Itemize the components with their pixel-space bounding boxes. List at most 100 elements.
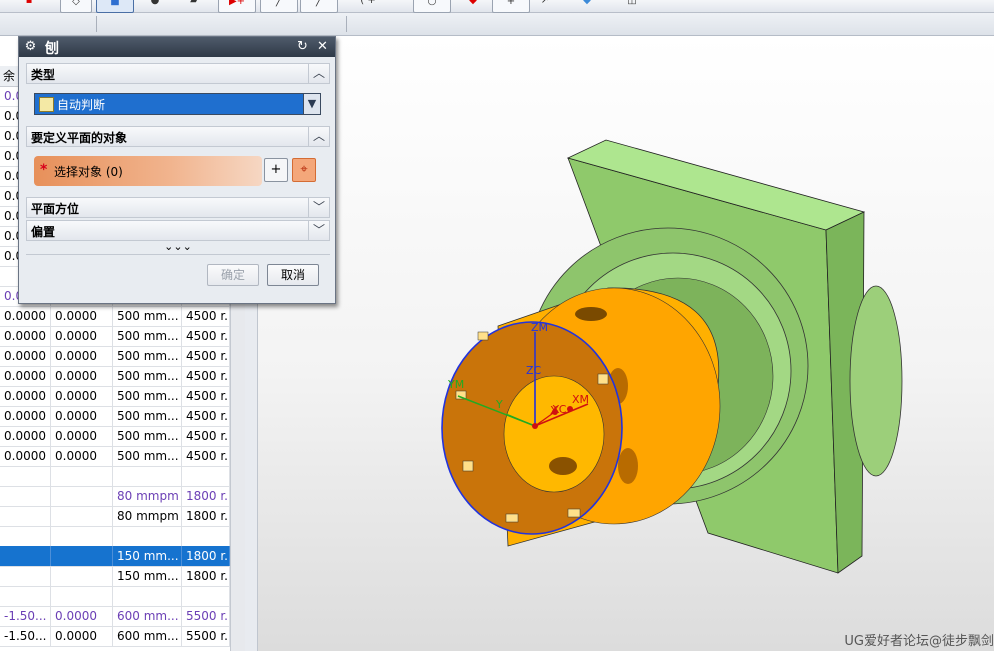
table-row[interactable]: 0.00000.0000500 mm...4500 r... [0, 386, 230, 407]
table-cell: 500 mm... [113, 326, 182, 346]
origin-point [532, 423, 538, 429]
table-row[interactable]: 0.00000.0000500 mm...4500 r... [0, 306, 230, 327]
shaded-cube-icon[interactable]: ■ [96, 0, 134, 13]
table-row[interactable] [0, 586, 230, 607]
table-row[interactable]: 80 mmpm1800 r... [0, 506, 230, 527]
chevron-up-icon[interactable]: ︿ [308, 64, 329, 83]
line-icon[interactable]: ╱ [260, 0, 298, 13]
select-object-field[interactable]: * 选择对象 (0) [34, 156, 262, 186]
chevron-down-icon[interactable]: ﹀ [308, 221, 329, 240]
section-label: 要定义平面的对象 [31, 131, 128, 145]
dotted-line-icon[interactable]: ┈┈┈▪ [0, 0, 40, 11]
table-row[interactable]: 0.00000.0000500 mm...4500 r... [0, 446, 230, 467]
table-row[interactable]: 0.00000.0000500 mm...4500 r... [0, 426, 230, 447]
table-cell: 0.0000 [0, 346, 51, 366]
section-objects[interactable]: 要定义平面的对象 ︿ [26, 126, 330, 147]
toolbar-separator [346, 16, 347, 32]
table-row[interactable]: 150 mm...1800 r... [0, 566, 230, 587]
type-value: 自动判断 [57, 98, 106, 112]
reset-icon[interactable]: ↻ [295, 39, 310, 54]
snap-point-icon[interactable]: ▶+ [218, 0, 256, 13]
table-cell: 4500 r... [182, 326, 230, 346]
add-object-button[interactable]: + [264, 158, 288, 182]
point-icon[interactable]: ◆ [458, 0, 488, 11]
graphics-viewport[interactable]: ZM ZC YM Y X XC XM [258, 36, 994, 651]
table-row[interactable] [0, 466, 230, 487]
table-cell [182, 466, 230, 486]
dialog-titlebar[interactable]: ⚙ 刨 ↻ ✕ [19, 37, 335, 57]
rear-boss [849, 285, 903, 477]
arc-tool-icon[interactable]: ( + [350, 0, 386, 11]
notch [505, 513, 519, 523]
notch [462, 460, 474, 472]
wireframe-icon[interactable]: ◫ [620, 0, 644, 11]
arrow-icon[interactable]: ↗ [535, 0, 555, 11]
inferred-type-icon [39, 97, 54, 112]
table-cell: 5500 r... [182, 606, 230, 626]
gear-icon[interactable]: ⚙ [23, 39, 38, 54]
slot-hole [618, 448, 638, 484]
table-cell: 0.0000 [51, 606, 113, 626]
close-icon[interactable]: ✕ [315, 39, 330, 54]
dialog-title: 刨 [45, 41, 59, 57]
table-cell [0, 566, 51, 586]
table-cell: 500 mm... [113, 406, 182, 426]
notch [567, 508, 581, 518]
table-row[interactable]: 0.00000.0000500 mm...4500 r... [0, 326, 230, 347]
table-cell [51, 586, 113, 606]
ok-button[interactable]: 确定 [207, 264, 259, 286]
table-row[interactable]: 0.00000.0000500 mm...4500 r... [0, 346, 230, 367]
table-cell: 0.0000 [51, 346, 113, 366]
table-row[interactable]: 150 mm...1800 r... [0, 546, 230, 567]
table-cell [51, 506, 113, 526]
cancel-button[interactable]: 取消 [267, 264, 319, 286]
type-dropdown[interactable]: 自动判断 ▼ [34, 93, 321, 115]
view-orientation-icon[interactable]: ◇ [60, 0, 92, 13]
table-cell: 500 mm... [113, 386, 182, 406]
table-cell: 1800 r... [182, 486, 230, 506]
table-row[interactable]: 0.00000.0000500 mm...4500 r... [0, 406, 230, 427]
table-row[interactable]: -1.50...0.0000600 mm...5500 r... [0, 626, 230, 647]
table-cell: 0.0000 [0, 306, 51, 326]
main-toolbar: ┈┈┈▪ ◇ ■ ● ▰ ▶+ ╱ ╱ ( + ○ ◆ + ↗ ◆ ◫ [0, 0, 994, 13]
section-orientation[interactable]: 平面方位 ﹀ [26, 197, 330, 218]
select-object-label: 选择对象 (0) [54, 165, 123, 179]
table-cell [51, 466, 113, 486]
axis-label: YM [447, 378, 464, 391]
table-row[interactable]: 0.00000.0000500 mm...4500 r... [0, 366, 230, 387]
chevron-down-icon[interactable]: ▼ [303, 94, 320, 114]
cube-icon[interactable]: ◆ [572, 0, 602, 11]
table-cell [0, 486, 51, 506]
table-cell: -1.50... [0, 626, 51, 646]
table-cell [0, 526, 51, 546]
table-cell: 0.0000 [0, 326, 51, 346]
axis-label: XM [572, 393, 589, 406]
surface-icon[interactable]: ▰ [182, 0, 206, 11]
table-cell: 500 mm... [113, 306, 182, 326]
chevron-up-icon[interactable]: ︿ [308, 127, 329, 146]
section-type[interactable]: 类型 ︿ [26, 63, 330, 84]
notch [477, 331, 489, 341]
datum-plane-dialog: ⚙ 刨 ↻ ✕ 类型 ︿ 自动判断 ▼ 要定义平面的对象 ︿ * 选择对象 (0… [18, 36, 336, 304]
section-offset[interactable]: 偏置 ﹀ [26, 220, 330, 241]
table-cell [182, 586, 230, 606]
table-row[interactable]: -1.50...0.0000600 mm...5500 r... [0, 606, 230, 627]
move-icon[interactable]: + [492, 0, 530, 13]
table-cell: 0.0000 [51, 406, 113, 426]
chevron-down-icon[interactable]: ﹀ [308, 198, 329, 217]
table-cell: 500 mm... [113, 346, 182, 366]
table-cell: -1.50... [0, 606, 51, 626]
arc-icon[interactable]: ╱ [300, 0, 338, 13]
axis-label: ZC [526, 364, 542, 377]
table-row[interactable] [0, 526, 230, 547]
circle-icon[interactable]: ○ [413, 0, 451, 13]
axis-label: Y [495, 398, 503, 411]
table-cell [113, 526, 182, 546]
axis-label: ZM [531, 321, 548, 334]
part-model: ZM ZC YM Y X XC XM [441, 139, 903, 574]
more-options-toggle[interactable]: ⌄⌄⌄ [26, 240, 330, 255]
table-cell: 0.0000 [0, 386, 51, 406]
cylinder-icon[interactable]: ● [145, 0, 165, 11]
point-dialog-button[interactable]: ⌖ [292, 158, 316, 182]
table-row[interactable]: 80 mmpm1800 r... [0, 486, 230, 507]
